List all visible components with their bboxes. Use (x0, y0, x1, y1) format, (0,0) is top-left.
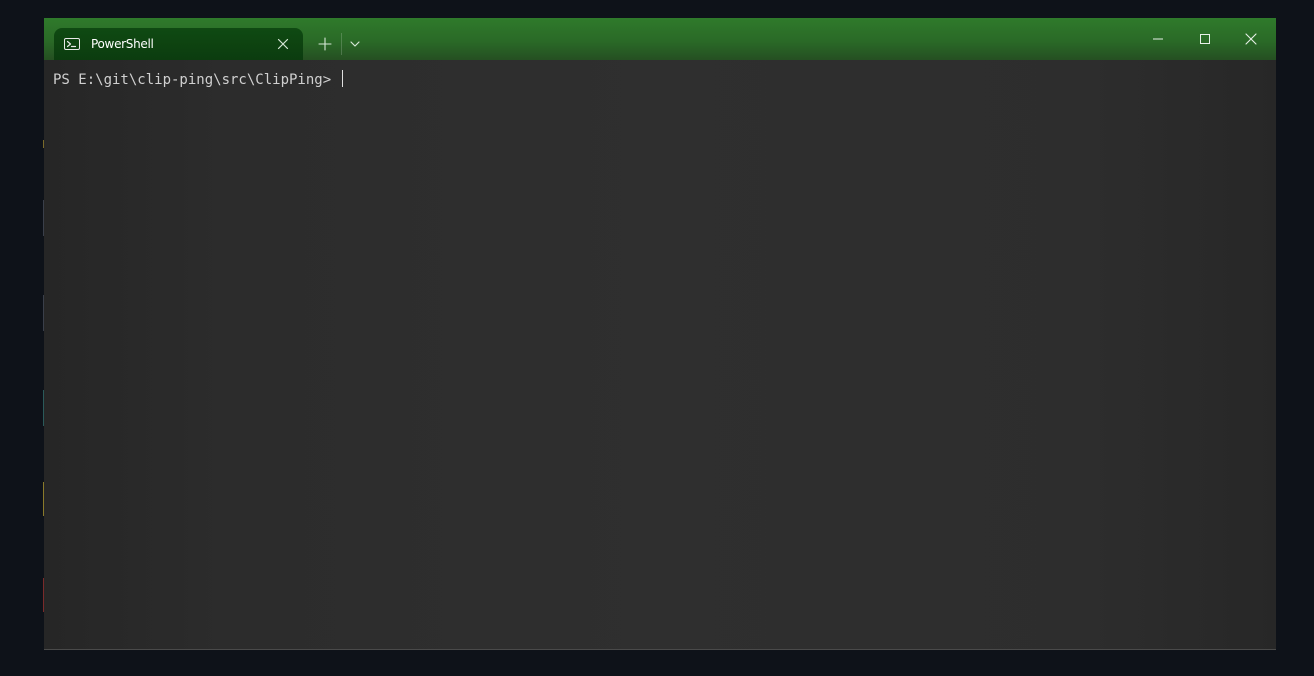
title-bar[interactable]: PowerShell (44, 18, 1276, 60)
plus-icon[interactable] (314, 34, 336, 54)
terminal-window: PowerShell PS E:\git\clip-ping\src\ClipP… (44, 18, 1276, 650)
divider (341, 33, 342, 55)
prompt-text: PS E:\git\clip-ping\src\ClipPing> (53, 72, 340, 88)
close-icon[interactable] (1229, 26, 1273, 52)
tab-powershell[interactable]: PowerShell (54, 28, 303, 60)
maximize-icon[interactable] (1183, 26, 1227, 52)
minimize-icon[interactable] (1136, 26, 1180, 52)
tab-title: PowerShell (91, 37, 154, 51)
text-cursor (341, 70, 343, 87)
chevron-down-icon[interactable] (346, 35, 364, 53)
powershell-icon (64, 38, 80, 50)
terminal-output[interactable]: PS E:\git\clip-ping\src\ClipPing> (53, 70, 1276, 650)
close-icon[interactable] (275, 36, 291, 52)
